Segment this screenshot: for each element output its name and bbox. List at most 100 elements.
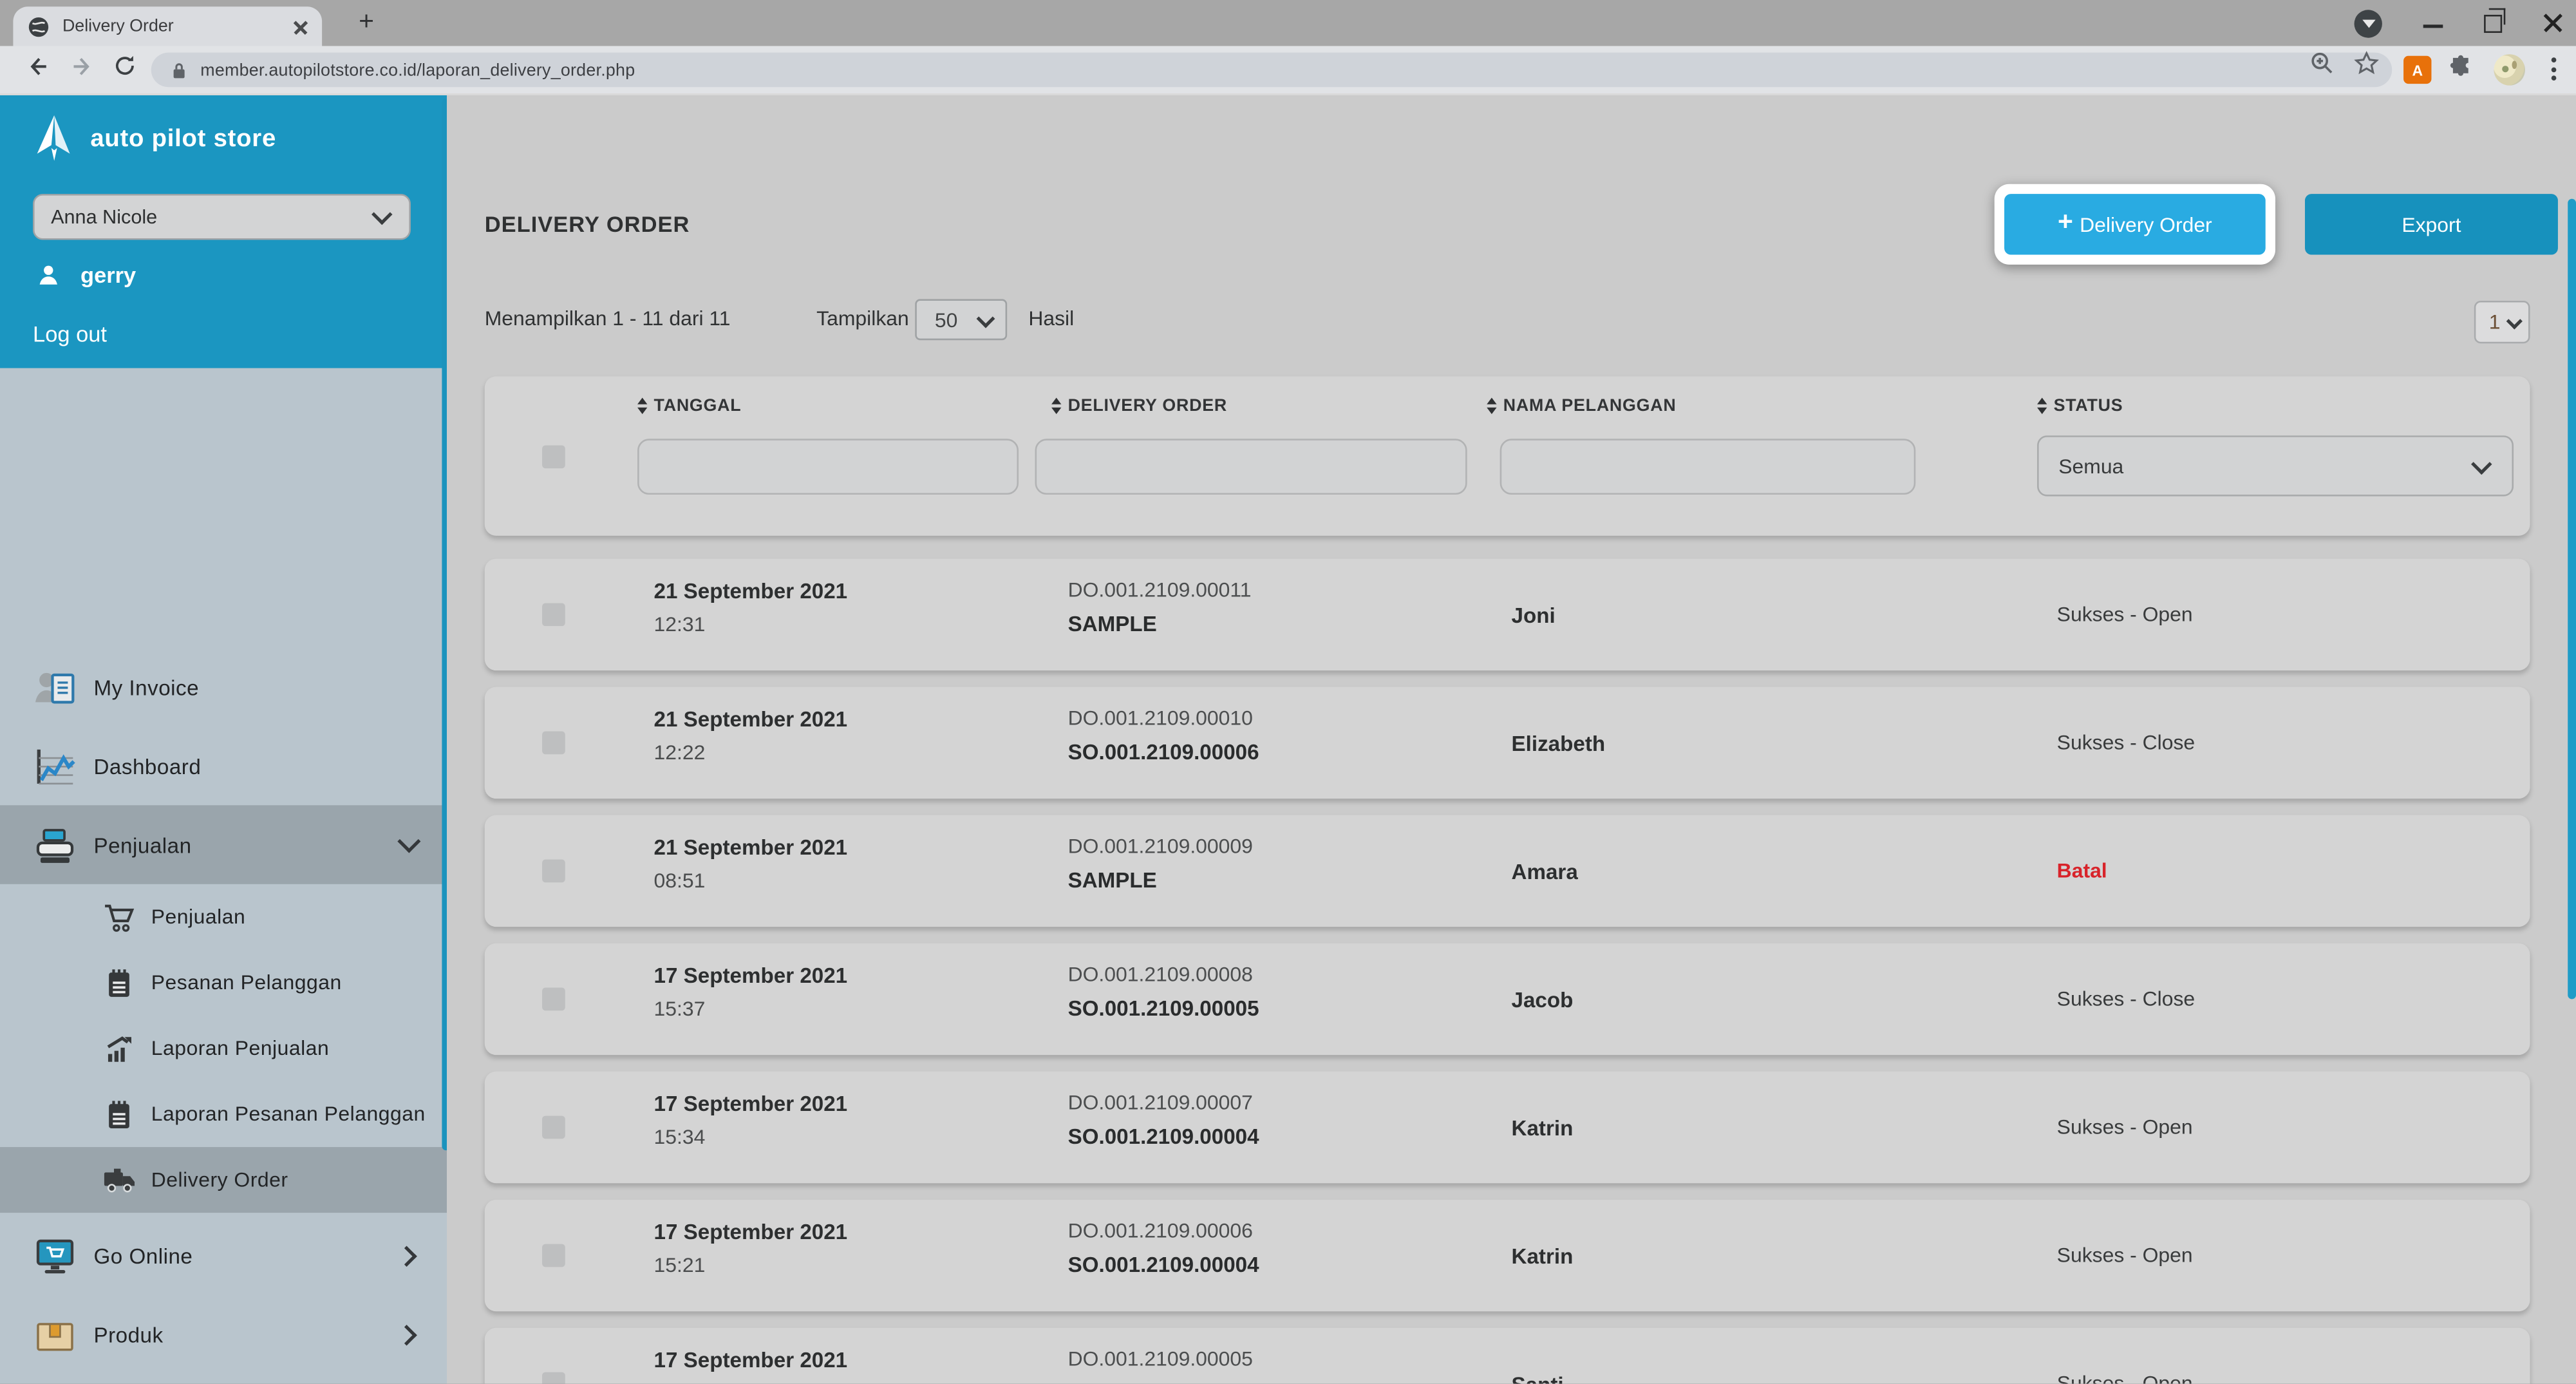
row-customer: Katrin xyxy=(1511,1115,1574,1140)
table-row[interactable]: 17 September 2021 15:37 DO.001.2109.0000… xyxy=(484,943,2530,1056)
window-menu-icon[interactable] xyxy=(2354,9,2382,37)
row-customer: Joni xyxy=(1511,602,1556,627)
profile-avatar[interactable] xyxy=(2494,54,2525,86)
filter-input-nama-pelanggan[interactable] xyxy=(1500,439,1916,495)
table-row[interactable]: 21 September 2021 08:51 DO.001.2109.0000… xyxy=(484,815,2530,927)
status-filter-select[interactable]: Semua xyxy=(2037,435,2514,497)
invoice-icon xyxy=(33,665,77,709)
row-do-reference: SO.001.2109.00006 xyxy=(1067,739,1259,764)
row-checkbox[interactable] xyxy=(542,1115,565,1139)
browser-menu-icon[interactable] xyxy=(2551,57,2557,84)
sidebar-item-go-online[interactable]: Go Online xyxy=(0,1216,447,1294)
store-user-select-value: Anna Nicole xyxy=(51,205,158,229)
page-scrollbar[interactable] xyxy=(2568,198,2576,1000)
page-size-select[interactable]: 50 xyxy=(915,299,1008,341)
row-status: Sukses - Close xyxy=(2056,987,2195,1011)
address-bar[interactable]: member.autopilotstore.co.id/laporan_deli… xyxy=(151,52,2393,88)
row-customer: Jacob xyxy=(1511,987,1574,1012)
row-status: Sukses - Open xyxy=(2056,1372,2193,1384)
row-status: Sukses - Open xyxy=(2056,1115,2193,1139)
table-row[interactable]: 21 September 2021 12:31 DO.001.2109.0001… xyxy=(484,558,2530,671)
row-date: 17 September 2021 xyxy=(653,963,848,988)
row-status: Sukses - Open xyxy=(2056,603,2193,627)
chevron-down-icon xyxy=(397,829,421,853)
chevron-down-icon xyxy=(2471,453,2492,474)
filter-input-delivery-order[interactable] xyxy=(1035,439,1467,495)
row-time: 12:22 xyxy=(653,741,706,764)
sidebar-scrollbar[interactable] xyxy=(442,99,447,1151)
sort-icon xyxy=(2037,398,2047,414)
table-row[interactable]: 17 September 2021 DO.001.2109.00005 Sant… xyxy=(484,1327,2530,1384)
column-header-delivery-order[interactable]: DELIVERY ORDER xyxy=(1051,396,1227,416)
window-close-button[interactable] xyxy=(2543,13,2563,33)
extensions-puzzle-icon[interactable] xyxy=(2448,54,2474,81)
window-minimize-button[interactable] xyxy=(2423,24,2443,28)
tab-favicon-globe-icon xyxy=(28,15,49,37)
table-row[interactable]: 17 September 2021 15:34 DO.001.2109.0000… xyxy=(484,1071,2530,1184)
store-user-select[interactable]: Anna Nicole xyxy=(33,194,411,240)
screen: Delivery Order + member.autopilotstore.c… xyxy=(0,0,2576,1384)
brand-text: auto pilot store xyxy=(90,124,277,153)
sales-report-chart-icon xyxy=(102,1031,136,1066)
row-date: 17 September 2021 xyxy=(653,1091,848,1116)
row-checkbox[interactable] xyxy=(542,603,565,627)
logged-in-user: gerry xyxy=(36,263,136,288)
column-header-status[interactable]: STATUS xyxy=(2037,396,2123,416)
row-checkbox[interactable] xyxy=(542,1244,565,1267)
sidebar-item-my-invoice[interactable]: My Invoice xyxy=(0,647,447,726)
sort-icon xyxy=(637,398,648,414)
sidebar-item-laporan-pesanan-pelanggan[interactable]: Laporan Pesanan Pelanggan xyxy=(0,1081,447,1147)
row-checkbox[interactable] xyxy=(542,987,565,1011)
row-checkbox[interactable] xyxy=(542,1372,565,1384)
row-time: 08:51 xyxy=(653,869,706,893)
column-header-nama-pelanggan[interactable]: NAMA PELANGGAN xyxy=(1487,396,1676,416)
column-header-tanggal[interactable]: TANGGAL xyxy=(637,396,741,416)
username: gerry xyxy=(80,263,136,288)
notepad-icon xyxy=(102,965,136,1000)
user-icon xyxy=(36,263,61,287)
page-number-select[interactable]: 1 xyxy=(2474,300,2530,344)
delivery-order-list: 21 September 2021 12:31 DO.001.2109.0001… xyxy=(484,558,2530,1384)
chevron-right-icon xyxy=(396,1323,417,1345)
paper-plane-logo-icon xyxy=(33,113,75,163)
list-controls: Menampilkan 1 - 11 dari 11 Tampilkan 50 … xyxy=(447,299,2576,344)
row-do-number: DO.001.2109.00006 xyxy=(1067,1219,1253,1243)
logout-link[interactable]: Log out xyxy=(33,322,107,346)
store-extension-icon[interactable]: A xyxy=(2403,55,2432,84)
reload-icon[interactable] xyxy=(113,54,136,77)
sidebar-item-manajemen-promo[interactable]: Manajemen Promo xyxy=(0,1374,447,1383)
new-tab-button[interactable]: + xyxy=(352,8,381,38)
browser-tab[interactable]: Delivery Order xyxy=(13,6,323,46)
sidebar-menu: My Invoice Dashboard Penjualan Penjualan… xyxy=(0,368,447,1384)
add-delivery-order-highlight: + Delivery Order xyxy=(1994,184,2276,265)
product-box-icon xyxy=(33,1313,77,1357)
row-status: Batal xyxy=(2056,859,2107,883)
row-do-number: DO.001.2109.00007 xyxy=(1067,1091,1253,1115)
browser-tabbar: Delivery Order + xyxy=(0,0,2576,46)
forward-icon[interactable] xyxy=(71,54,95,79)
select-all-checkbox[interactable] xyxy=(542,445,565,469)
row-customer: Santi xyxy=(1511,1371,1564,1384)
sidebar-item-delivery-order[interactable]: Delivery Order xyxy=(0,1147,447,1213)
filter-input-tanggal[interactable] xyxy=(637,439,1019,495)
add-delivery-order-button[interactable]: + Delivery Order xyxy=(2004,194,2266,255)
back-icon[interactable] xyxy=(24,54,49,79)
zoom-icon[interactable] xyxy=(2310,51,2335,75)
row-time: 12:31 xyxy=(653,612,706,636)
window-restore-button[interactable] xyxy=(2484,8,2506,32)
table-row[interactable]: 21 September 2021 12:22 DO.001.2109.0001… xyxy=(484,687,2530,799)
sidebar-item-laporan-penjualan[interactable]: Laporan Penjualan xyxy=(0,1016,447,1081)
table-row[interactable]: 17 September 2021 15:21 DO.001.2109.0000… xyxy=(484,1199,2530,1312)
sidebar-item-dashboard[interactable]: Dashboard xyxy=(0,726,447,805)
row-checkbox[interactable] xyxy=(542,859,565,883)
sidebar-item-pesanan-pelanggan[interactable]: Pesanan Pelanggan xyxy=(0,950,447,1016)
export-button[interactable]: Export xyxy=(2304,194,2558,255)
row-checkbox[interactable] xyxy=(542,731,565,755)
bookmark-star-icon[interactable] xyxy=(2354,51,2379,75)
sidebar-item-produk[interactable]: Produk xyxy=(0,1295,447,1374)
tab-close-icon[interactable] xyxy=(292,19,308,34)
sidebar-item-penjualan[interactable]: Penjualan xyxy=(0,884,447,950)
sidebar-item-penjualan-parent[interactable]: Penjualan xyxy=(0,805,447,884)
row-do-number: DO.001.2109.00011 xyxy=(1067,578,1252,602)
chevron-down-icon xyxy=(2506,312,2523,329)
